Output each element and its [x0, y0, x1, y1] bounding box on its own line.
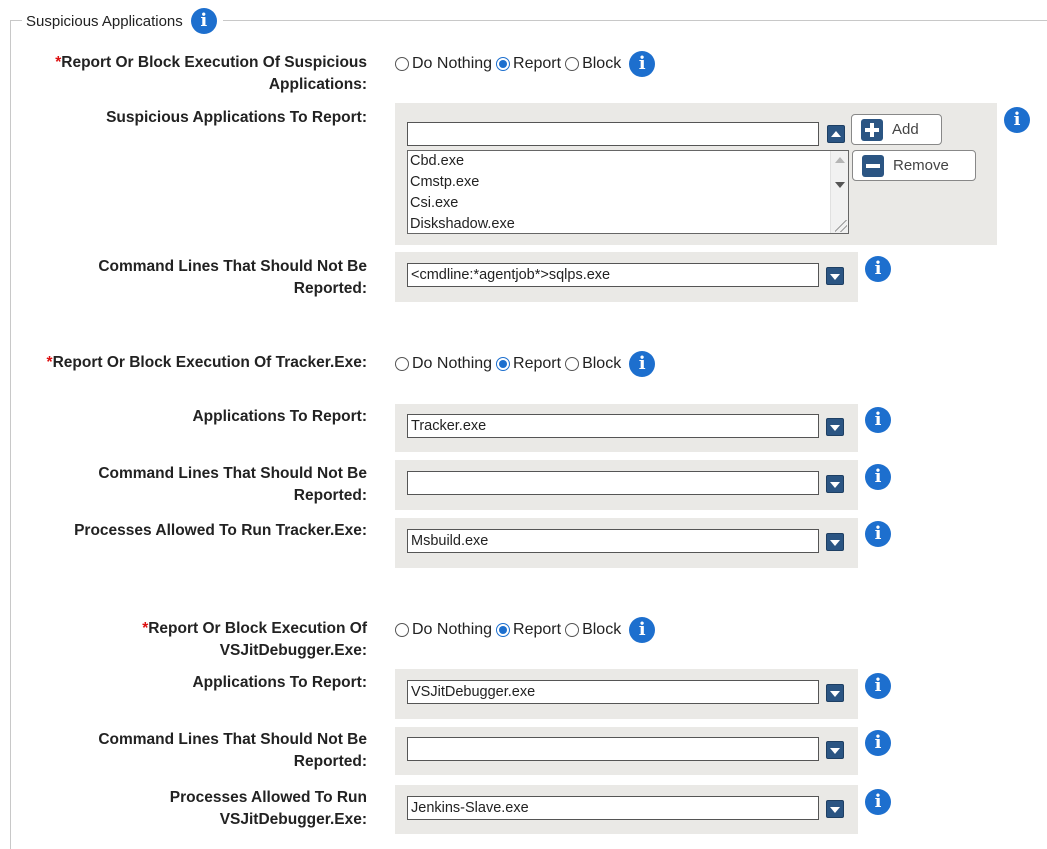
info-icon[interactable]: i	[629, 351, 656, 377]
radio-do-nothing[interactable]: Do Nothing	[395, 55, 492, 73]
suspicious-mode-label: *Report Or Block Execution Of Suspicious…	[55, 54, 367, 93]
vsjit-apps-label: Applications To Report:	[192, 674, 367, 691]
dropdown-button[interactable]	[826, 800, 844, 818]
suspicious-cmd-panel: <cmdline:*agentjob*>sqlps.exe	[395, 252, 858, 302]
dropdown-button[interactable]	[826, 741, 844, 759]
list-item[interactable]: Cbd.exe	[408, 151, 848, 172]
scroll-up-arrow-icon[interactable]	[835, 157, 845, 163]
suspicious-apps-panel: Cbd.exe Cmstp.exe Csi.exe Diskshadow.exe…	[395, 103, 997, 245]
info-icon[interactable]: i	[629, 617, 656, 643]
fieldset-legend: Suspicious Applications i	[22, 8, 223, 34]
legend-title: Suspicious Applications	[26, 12, 183, 30]
vsjit-procs-label: Processes Allowed To Run VSJitDebugger.E…	[169, 789, 367, 828]
vsjit-cmd-panel	[395, 727, 858, 775]
add-button[interactable]: Add	[851, 114, 942, 145]
suspicious-mode-radio-group: Do Nothing Report Block i	[395, 51, 656, 77]
remove-button[interactable]: Remove	[852, 150, 976, 181]
tracker-cmd-input[interactable]	[407, 471, 819, 495]
radio-report[interactable]: Report	[496, 355, 561, 373]
suspicious-apps-label: Suspicious Applications To Report:	[106, 109, 367, 126]
radio-do-nothing[interactable]: Do Nothing	[395, 621, 492, 639]
radio-block[interactable]: Block	[565, 55, 621, 73]
info-icon[interactable]: i	[190, 8, 217, 34]
radio-do-nothing[interactable]: Do Nothing	[395, 355, 492, 373]
list-item[interactable]: Csi.exe	[408, 193, 848, 214]
dropdown-button[interactable]	[826, 684, 844, 702]
vsjit-apps-input[interactable]: VSJitDebugger.exe	[407, 680, 819, 704]
radio-block-circle[interactable]	[565, 57, 580, 71]
tracker-mode-radio-group: Do Nothing Report Block i	[395, 351, 656, 377]
radio-report[interactable]: Report	[496, 55, 561, 73]
dropdown-button[interactable]	[826, 418, 844, 436]
info-icon[interactable]: i	[865, 407, 891, 433]
radio-block[interactable]: Block	[565, 355, 621, 373]
radio-report-circle[interactable]	[496, 57, 511, 71]
dropdown-button[interactable]	[826, 267, 844, 285]
info-icon[interactable]: i	[629, 51, 656, 77]
resize-grip-icon[interactable]	[835, 220, 847, 232]
vsjit-cmd-input[interactable]	[407, 737, 819, 761]
radio-report-circle[interactable]	[496, 623, 511, 637]
radio-do-nothing-circle[interactable]	[395, 57, 409, 71]
radio-report-circle[interactable]	[496, 357, 511, 371]
vsjit-apps-panel: VSJitDebugger.exe	[395, 669, 858, 719]
info-icon[interactable]: i	[865, 256, 891, 282]
vsjit-cmd-label: Command Lines That Should Not Be Reporte…	[98, 731, 367, 770]
tracker-procs-label: Processes Allowed To Run Tracker.Exe:	[74, 522, 367, 539]
plus-icon	[861, 118, 883, 141]
move-up-button[interactable]	[827, 125, 845, 143]
tracker-cmd-label: Command Lines That Should Not Be Reporte…	[98, 465, 367, 504]
info-icon[interactable]: i	[865, 730, 891, 756]
dropdown-button[interactable]	[826, 475, 844, 493]
radio-report[interactable]: Report	[496, 621, 561, 639]
info-icon[interactable]: i	[865, 673, 891, 699]
radio-do-nothing-circle[interactable]	[395, 623, 409, 637]
vsjit-procs-input[interactable]: Jenkins-Slave.exe	[407, 796, 819, 820]
suspicious-apps-listbox[interactable]: Cbd.exe Cmstp.exe Csi.exe Diskshadow.exe	[407, 150, 849, 234]
list-item[interactable]: Cmstp.exe	[408, 172, 848, 193]
tracker-apps-panel: Tracker.exe	[395, 404, 858, 452]
vsjit-mode-label: *Report Or Block Execution Of VSJitDebug…	[142, 620, 367, 659]
info-icon[interactable]: i	[865, 464, 891, 490]
radio-do-nothing-circle[interactable]	[395, 357, 409, 371]
scroll-down-arrow-icon[interactable]	[835, 182, 845, 188]
tracker-apps-input[interactable]: Tracker.exe	[407, 414, 819, 438]
radio-block-circle[interactable]	[565, 357, 580, 371]
radio-block-circle[interactable]	[565, 623, 580, 637]
suspicious-cmd-input[interactable]: <cmdline:*agentjob*>sqlps.exe	[407, 263, 819, 287]
tracker-cmd-panel	[395, 460, 858, 510]
info-icon[interactable]: i	[865, 521, 891, 547]
dropdown-button[interactable]	[826, 533, 844, 551]
info-icon[interactable]: i	[1004, 107, 1030, 133]
tracker-procs-input[interactable]: Msbuild.exe	[407, 529, 819, 553]
fieldset-border-left	[10, 20, 11, 849]
vsjit-mode-radio-group: Do Nothing Report Block i	[395, 617, 656, 643]
minus-icon	[862, 154, 884, 177]
vsjit-procs-panel: Jenkins-Slave.exe	[395, 785, 858, 834]
info-icon[interactable]: i	[865, 789, 891, 815]
tracker-apps-label: Applications To Report:	[192, 408, 367, 425]
list-item[interactable]: Diskshadow.exe	[408, 214, 848, 233]
tracker-procs-panel: Msbuild.exe	[395, 518, 858, 568]
suspicious-cmd-label: Command Lines That Should Not Be Reporte…	[98, 258, 367, 297]
tracker-mode-label: *Report Or Block Execution Of Tracker.Ex…	[46, 354, 367, 371]
suspicious-apps-input[interactable]	[407, 122, 819, 146]
radio-block[interactable]: Block	[565, 621, 621, 639]
